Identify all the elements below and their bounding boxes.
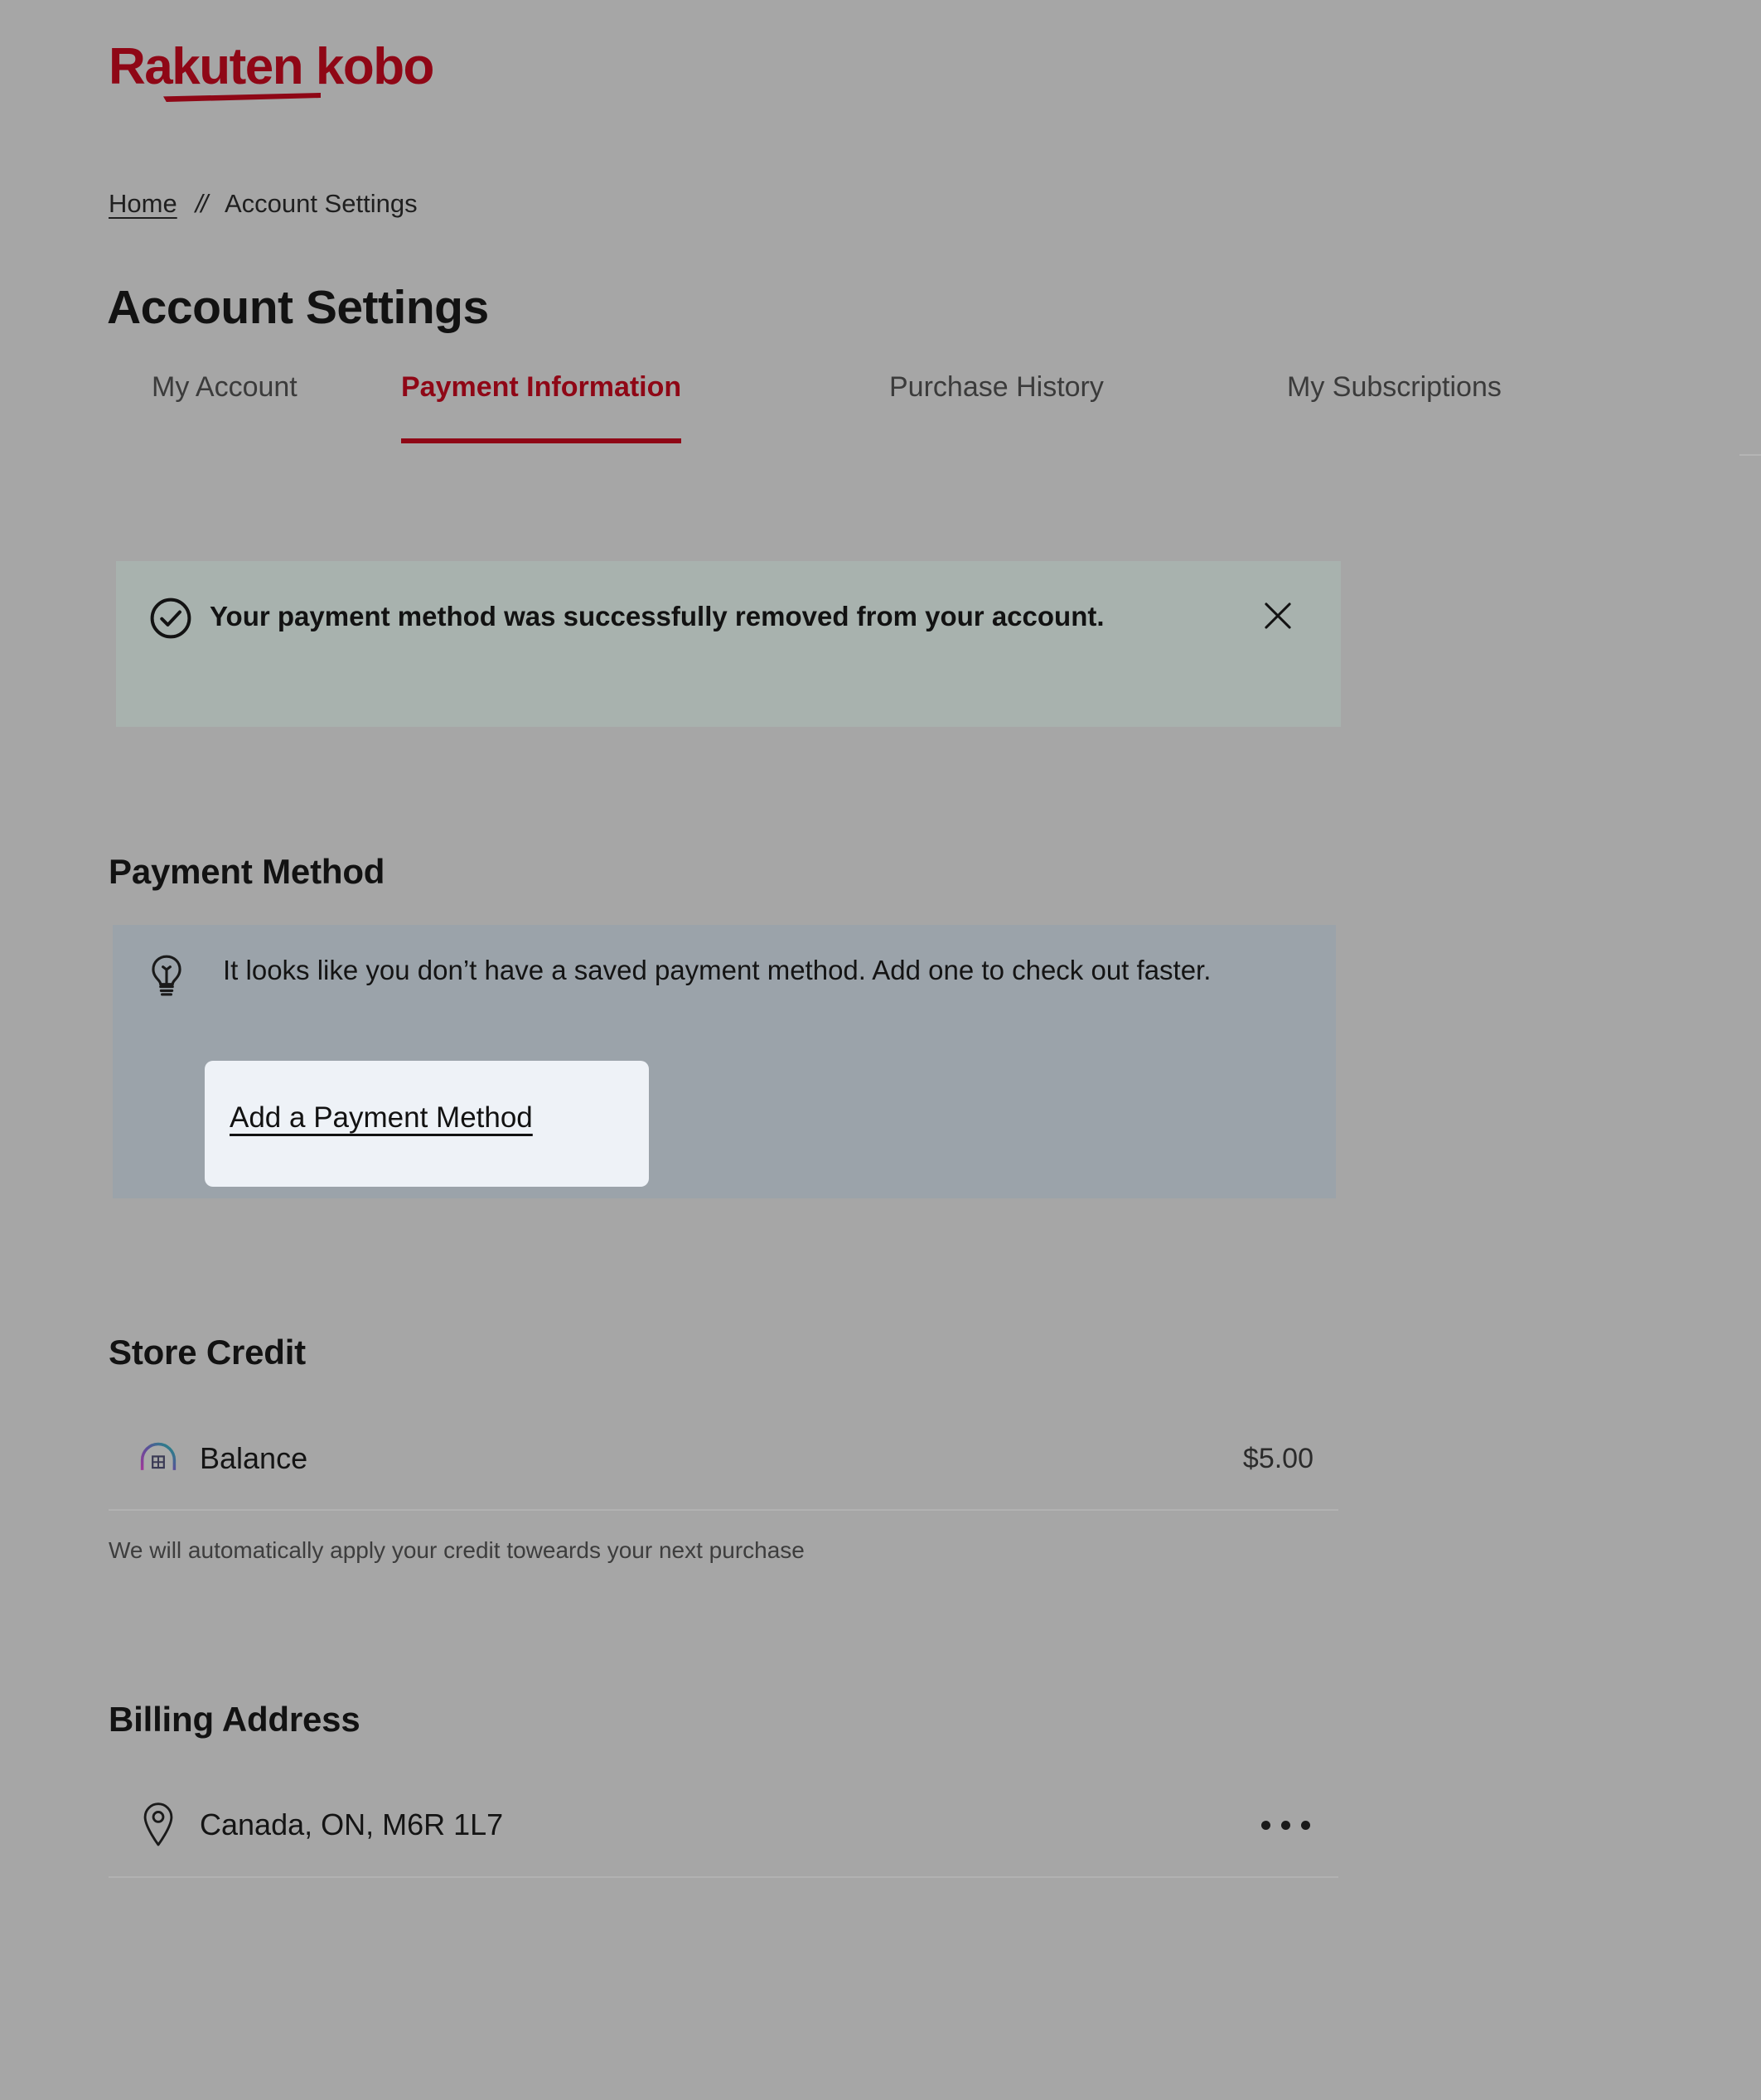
dot-1 [1261,1820,1270,1830]
account-settings-tabs: My Account Payment Information Purchase … [109,371,1761,457]
section-heading-billing-address: Billing Address [109,1699,360,1739]
breadcrumb-current: Account Settings [224,189,418,218]
store-credit-balance-value: $5.00 [1242,1442,1313,1474]
tab-my-account[interactable]: My Account [152,371,298,415]
success-alert-banner: Your payment method was successfully rem… [116,561,1341,727]
tab-payment-information[interactable]: Payment Information [401,371,682,443]
billing-address-value: Canada, ON, M6R 1L7 [200,1807,504,1841]
section-heading-payment-method: Payment Method [109,851,385,891]
billing-address-row: Canada, ON, M6R 1L7 [109,1775,1338,1875]
section-heading-store-credit: Store Credit [109,1332,306,1372]
breadcrumb-home-link[interactable]: Home [109,189,177,219]
store-credit-icon [133,1439,183,1478]
page-title: Account Settings [107,281,489,335]
page-root: Rakuten kobo Home // Account Settings Ac… [0,0,1761,2100]
tabs-bottom-rule [1739,454,1761,456]
close-icon[interactable] [1256,594,1299,637]
store-credit-balance-row: Balance $5.00 [109,1409,1338,1508]
no-payment-method-box: It looks like you don’t have a saved pay… [113,925,1336,1198]
tab-purchase-history[interactable]: Purchase History [889,371,1104,415]
add-payment-method-highlight[interactable]: Add a Payment Method [205,1061,649,1187]
breadcrumb: Home // Account Settings [109,189,418,219]
map-pin-icon [133,1801,183,1849]
no-payment-method-message: It looks like you don’t have a saved pay… [223,955,1212,985]
dot-3 [1301,1820,1310,1830]
add-payment-method-link[interactable]: Add a Payment Method [230,1101,533,1135]
store-credit-divider [109,1509,1338,1511]
breadcrumb-separator: // [195,189,208,218]
logo-text: Rakuten kobo [109,38,434,95]
store-credit-balance-label: Balance [200,1441,308,1475]
lightbulb-icon [146,952,187,1004]
store-credit-helper-text: We will automatically apply your credit … [109,1537,805,1563]
tab-my-subscriptions[interactable]: My Subscriptions [1287,371,1502,415]
billing-address-divider [109,1876,1338,1878]
check-circle-icon [148,595,194,641]
more-options-icon[interactable] [1250,1809,1322,1841]
dot-2 [1281,1820,1290,1830]
alert-message: Your payment method was successfully rem… [210,601,1105,631]
rakuten-kobo-logo[interactable]: Rakuten kobo [109,38,434,102]
